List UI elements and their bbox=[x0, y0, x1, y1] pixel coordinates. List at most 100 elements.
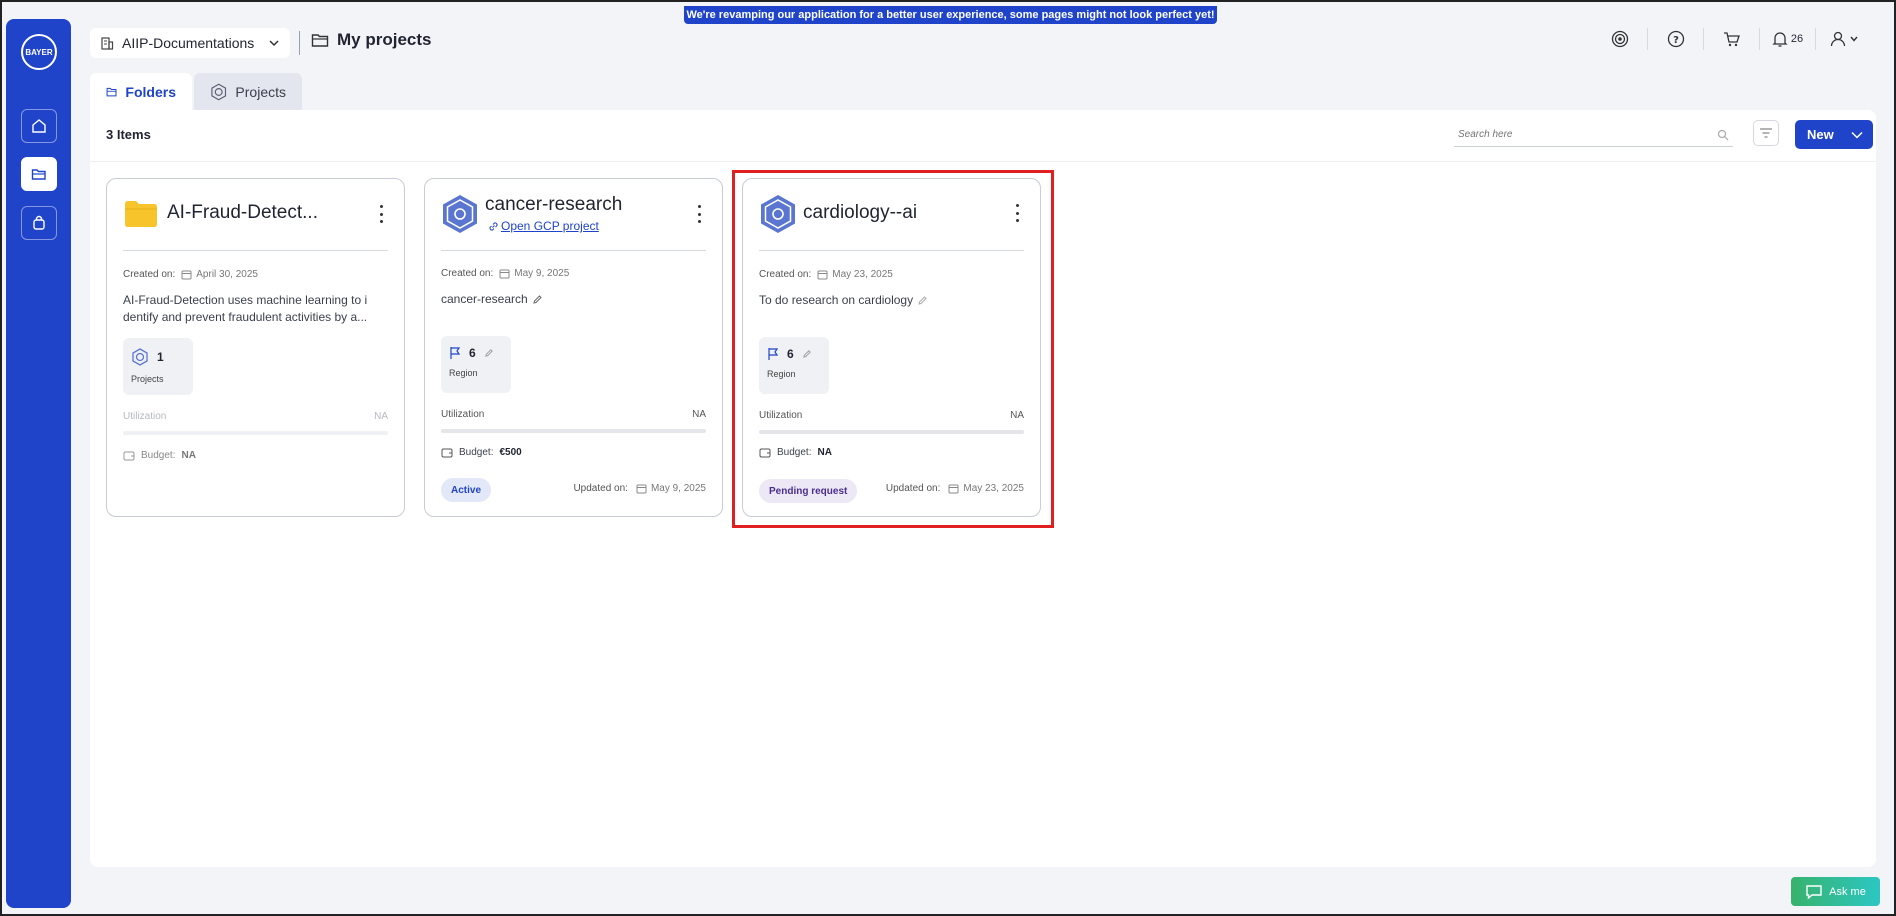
search-box bbox=[1454, 123, 1733, 147]
created-date: April 30, 2025 bbox=[196, 269, 258, 280]
card-menu-button[interactable] bbox=[696, 205, 702, 223]
new-button-label: New bbox=[1807, 127, 1834, 142]
home-icon bbox=[32, 119, 46, 133]
panel-toolbar: 3 Items New bbox=[90, 110, 1876, 162]
cart-button[interactable] bbox=[1704, 28, 1760, 50]
bell-icon bbox=[1772, 32, 1788, 47]
projects-header-button[interactable] bbox=[1592, 28, 1648, 50]
created-info: Created on: April 30, 2025 bbox=[123, 269, 258, 280]
open-gcp-project-link[interactable]: Open GCP project bbox=[488, 219, 599, 233]
region-stat: 6 Region bbox=[441, 336, 511, 393]
tab-projects[interactable]: Projects bbox=[194, 73, 302, 110]
calendar-icon bbox=[499, 269, 510, 279]
user-icon bbox=[1830, 31, 1845, 47]
budget-info: Budget: NA bbox=[123, 450, 196, 461]
created-label: Created on: bbox=[123, 269, 176, 280]
folder-icon bbox=[125, 201, 157, 227]
calendar-icon bbox=[636, 484, 647, 494]
stat-label: Projects bbox=[131, 374, 164, 384]
utilization-value: NA bbox=[374, 411, 388, 422]
filter-button[interactable] bbox=[1753, 120, 1779, 146]
page-title: My projects bbox=[311, 30, 431, 50]
utilization-row: Utilization NA bbox=[123, 411, 388, 422]
header-actions: ? 26 bbox=[1592, 28, 1872, 50]
stat-value: 6 bbox=[469, 346, 476, 360]
utilization-bar bbox=[123, 431, 388, 435]
budget-info: Budget: €500 bbox=[441, 447, 522, 458]
wallet-icon bbox=[123, 451, 135, 461]
budget-value: €500 bbox=[499, 447, 522, 458]
cart-icon bbox=[1723, 32, 1740, 47]
budget-label: Budget: bbox=[459, 447, 494, 458]
bayer-logo[interactable]: BAYER bbox=[21, 34, 57, 70]
store-nav-button[interactable] bbox=[21, 206, 57, 240]
filter-icon bbox=[1760, 128, 1772, 138]
budget-label: Budget: bbox=[141, 450, 176, 461]
notifications-count: 26 bbox=[1790, 33, 1804, 45]
created-info: Created on: May 9, 2025 bbox=[441, 268, 569, 279]
utilization-label: Utilization bbox=[123, 411, 167, 422]
folders-nav-button[interactable] bbox=[21, 157, 57, 191]
ask-me-label: Ask me bbox=[1829, 885, 1866, 898]
projects-stat: 1 Projects bbox=[123, 338, 193, 395]
link-icon bbox=[489, 221, 498, 231]
stat-label: Region bbox=[449, 368, 478, 378]
updated-date: May 9, 2025 bbox=[650, 483, 706, 494]
folder-icon bbox=[311, 34, 329, 47]
chevron-down-icon bbox=[1849, 36, 1858, 42]
chat-icon bbox=[1806, 884, 1822, 900]
card-description: AI-Fraud-Detection uses machine learning… bbox=[123, 293, 368, 324]
card-title[interactable]: AI-Fraud-Detect... bbox=[167, 202, 318, 224]
search-input[interactable] bbox=[1458, 129, 1688, 140]
wallet-icon bbox=[441, 448, 453, 458]
folder-open-icon bbox=[106, 87, 117, 96]
tab-folders[interactable]: Folders bbox=[90, 73, 192, 110]
folder-card[interactable]: AI-Fraud-Detect... Created on: April 30,… bbox=[106, 178, 405, 517]
chevron-down-icon bbox=[269, 40, 279, 47]
utilization-value: NA bbox=[692, 409, 706, 420]
created-label: Created on: bbox=[441, 268, 494, 279]
gear-hex-icon bbox=[211, 83, 227, 100]
folder-open-icon bbox=[31, 169, 46, 180]
highlight-box bbox=[732, 170, 1054, 528]
ask-me-button[interactable]: Ask me bbox=[1791, 877, 1880, 906]
open-gcp-project-label: Open GCP project bbox=[501, 219, 599, 233]
project-card[interactable]: cancer-research Open GCP project Created… bbox=[424, 178, 723, 517]
card-divider bbox=[441, 250, 706, 251]
target-icon bbox=[1611, 30, 1628, 48]
page-title-text: My projects bbox=[337, 30, 432, 49]
help-button[interactable]: ? bbox=[1648, 28, 1704, 50]
card-divider bbox=[123, 250, 388, 251]
user-menu-button[interactable] bbox=[1816, 28, 1872, 50]
building-icon bbox=[101, 37, 114, 50]
updated-info: Updated on: May 9, 2025 bbox=[573, 483, 706, 494]
tab-projects-label: Projects bbox=[235, 83, 286, 100]
utilization-row: Utilization NA bbox=[441, 409, 706, 420]
flag-icon bbox=[450, 347, 461, 359]
svg-text:?: ? bbox=[1673, 35, 1679, 46]
stat-value: 1 bbox=[157, 350, 164, 364]
card-title[interactable]: cancer-research bbox=[485, 194, 622, 216]
budget-value: NA bbox=[181, 450, 196, 461]
notifications-button[interactable]: 26 bbox=[1760, 28, 1816, 50]
home-nav-button[interactable] bbox=[21, 109, 57, 143]
chevron-down-icon bbox=[1851, 131, 1863, 139]
edit-pencil-icon[interactable] bbox=[532, 294, 543, 305]
utilization-label: Utilization bbox=[441, 409, 485, 420]
tab-folders-label: Folders bbox=[125, 83, 176, 100]
workspace-dropdown[interactable]: AIIP-Documentations bbox=[90, 28, 290, 58]
status-badge: Active bbox=[441, 478, 492, 502]
items-count: 3 Items bbox=[106, 127, 151, 142]
search-icon[interactable] bbox=[1717, 129, 1729, 141]
edit-pencil-icon[interactable] bbox=[484, 348, 494, 358]
gear-hex-icon bbox=[132, 348, 148, 366]
gcp-project-icon bbox=[443, 195, 477, 233]
new-button[interactable]: New bbox=[1795, 120, 1873, 149]
created-date: May 9, 2025 bbox=[514, 268, 570, 279]
help-icon: ? bbox=[1667, 30, 1684, 48]
description-text: cancer-research bbox=[441, 292, 528, 306]
announcement-banner: We're revamping our application for a be… bbox=[684, 6, 1217, 24]
card-menu-button[interactable] bbox=[378, 205, 384, 223]
workspace-label: AIIP-Documentations bbox=[122, 35, 255, 51]
header-divider bbox=[299, 31, 300, 55]
